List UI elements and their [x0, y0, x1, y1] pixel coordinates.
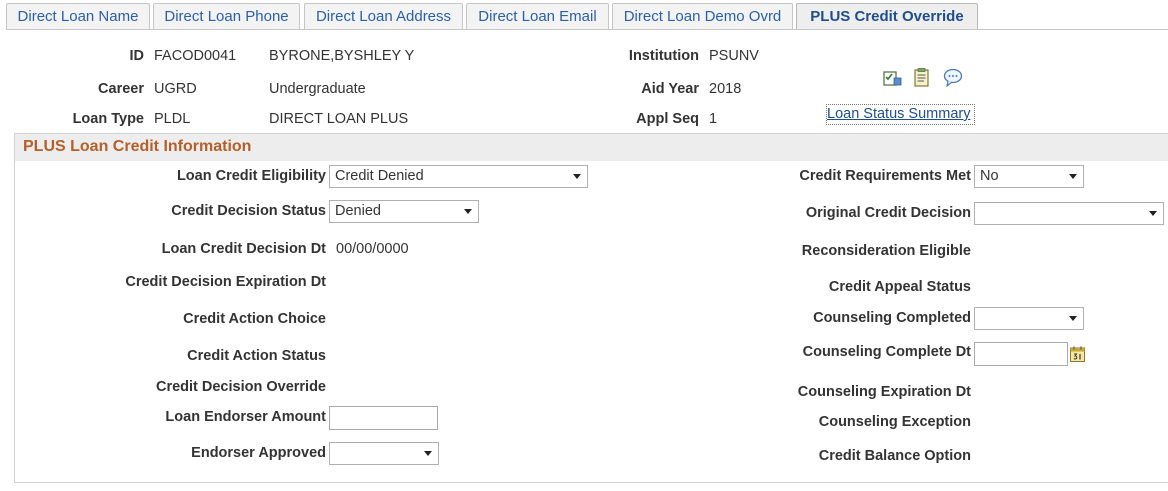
notes-icon[interactable]	[913, 68, 931, 87]
institution-value: PSUNV	[709, 48, 759, 64]
career-description: Undergraduate	[269, 81, 366, 97]
loan-credit-eligibility-value: Credit Denied	[335, 168, 424, 184]
appl-seq-value: 1	[709, 111, 718, 127]
counseling-completed-select[interactable]	[974, 307, 1084, 330]
loan-type-description: DIRECT LOAN PLUS	[269, 111, 409, 127]
credit-decision-expiration-dt-label: Credit Decision Expiration Dt	[125, 274, 326, 290]
counseling-exception-label: Counseling Exception	[818, 414, 971, 430]
counseling-expiration-dt-label: Counseling Expiration Dt	[797, 384, 971, 400]
loan-credit-eligibility-select[interactable]: Credit Denied	[329, 165, 588, 188]
aid-year-value: 2018	[709, 81, 742, 97]
original-credit-decision-label: Original Credit Decision	[805, 205, 971, 221]
credit-requirements-met-label: Credit Requirements Met	[799, 168, 971, 184]
checklist-icon[interactable]	[883, 69, 903, 87]
credit-balance-option-label: Credit Balance Option	[818, 448, 971, 464]
credit-appeal-status-label: Credit Appeal Status	[828, 279, 971, 295]
section-header: PLUS Loan Credit Information	[14, 133, 1168, 161]
credit-decision-status-select[interactable]: Denied	[329, 200, 479, 223]
loan-credit-eligibility-label: Loan Credit Eligibility	[176, 168, 326, 184]
tab-direct-loan-name[interactable]: Direct Loan Name	[6, 3, 150, 29]
credit-action-choice-label: Credit Action Choice	[183, 311, 326, 327]
student-name: BYRONE,BYSHLEY Y	[269, 48, 415, 64]
id-label: ID	[129, 48, 145, 64]
counseling-completed-label: Counseling Completed	[813, 310, 971, 326]
tab-direct-loan-demo-ovrd[interactable]: Direct Loan Demo Ovrd	[612, 3, 793, 29]
loan-type-label: Loan Type	[72, 111, 144, 127]
chevron-down-icon	[424, 451, 432, 456]
loan-credit-decision-dt-value: 00/00/0000	[336, 241, 409, 257]
loan-endorser-amount-label: Loan Endorser Amount	[165, 409, 326, 425]
chevron-down-icon	[1069, 316, 1077, 321]
tab-plus-credit-override[interactable]: PLUS Credit Override	[796, 3, 978, 29]
chevron-down-icon	[573, 174, 581, 179]
tab-direct-loan-phone[interactable]: Direct Loan Phone	[153, 3, 300, 29]
credit-decision-override-label: Credit Decision Override	[155, 379, 326, 395]
career-value: UGRD	[154, 81, 197, 97]
calendar-icon[interactable]	[1070, 346, 1085, 362]
reconsideration-eligible-label: Reconsideration Eligible	[801, 243, 971, 259]
counseling-complete-dt-label: Counseling Complete Dt	[802, 344, 971, 360]
endorser-approved-label: Endorser Approved	[191, 445, 326, 461]
institution-label: Institution	[628, 48, 699, 64]
career-label: Career	[98, 81, 144, 97]
credit-action-status-label: Credit Action Status	[187, 348, 326, 364]
tab-direct-loan-email[interactable]: Direct Loan Email	[466, 3, 609, 29]
credit-requirements-met-value: No	[980, 168, 999, 184]
credit-decision-status-value: Denied	[335, 203, 381, 219]
chevron-down-icon	[464, 209, 472, 214]
aid-year-label: Aid Year	[641, 81, 699, 97]
original-credit-decision-select[interactable]	[974, 202, 1164, 225]
comments-icon[interactable]	[943, 68, 963, 88]
appl-seq-label: Appl Seq	[636, 111, 699, 127]
loan-type-value: PLDL	[154, 111, 191, 127]
counseling-complete-dt-input[interactable]	[974, 342, 1068, 366]
endorser-approved-select[interactable]	[329, 442, 439, 465]
credit-requirements-met-select[interactable]: No	[974, 165, 1084, 188]
section-title: PLUS Loan Credit Information	[23, 138, 252, 155]
chevron-down-icon	[1149, 211, 1157, 216]
loan-credit-decision-dt-label: Loan Credit Decision Dt	[161, 241, 326, 257]
credit-decision-status-label: Credit Decision Status	[171, 203, 326, 219]
link-focus-outline	[826, 104, 975, 125]
chevron-down-icon	[1069, 174, 1077, 179]
tab-direct-loan-address[interactable]: Direct Loan Address	[304, 3, 463, 29]
tab-divider	[6, 29, 1168, 30]
id-value: FACOD0041	[154, 48, 237, 64]
loan-endorser-amount-input[interactable]	[329, 406, 438, 430]
